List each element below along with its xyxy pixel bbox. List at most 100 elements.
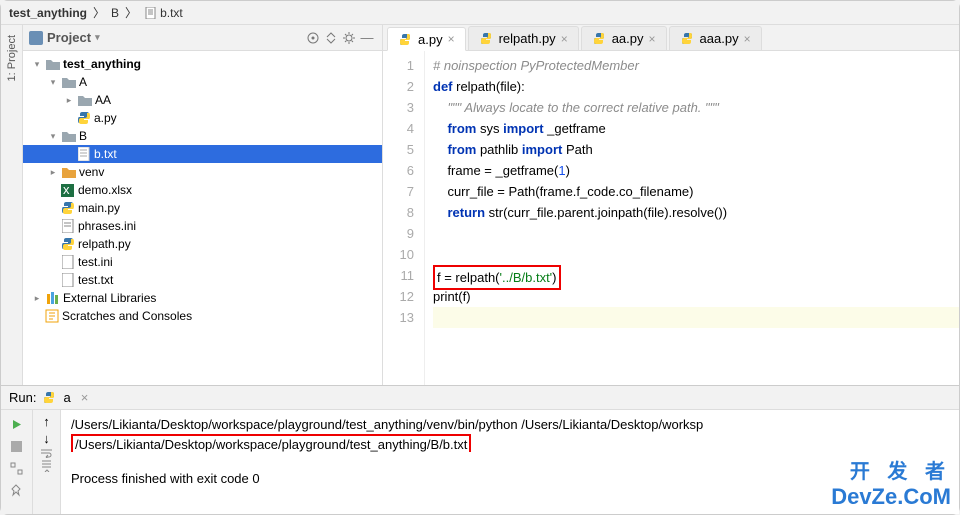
run-header: Run: a ×: [1, 386, 959, 410]
ini-file-icon: [60, 255, 75, 270]
chevron-right-icon: 〉: [93, 4, 105, 21]
tab-apy[interactable]: a.py×: [387, 27, 466, 51]
console-line: /Users/Likianta/Desktop/workspace/playgr…: [71, 434, 471, 452]
tree-folder-A[interactable]: ▾A: [23, 73, 382, 91]
folder-icon: [61, 129, 76, 144]
code-editor[interactable]: 12345678910111213 # noinspection PyProte…: [383, 51, 959, 385]
breadcrumb-folder[interactable]: B: [111, 6, 119, 20]
soft-wrap-icon[interactable]: [40, 448, 53, 458]
tab-aaapy[interactable]: aaa.py×: [669, 26, 762, 50]
file-icon: [143, 5, 158, 20]
line-number: 1: [383, 55, 414, 76]
run-config-name[interactable]: a: [63, 390, 70, 405]
line-number: 2: [383, 76, 414, 97]
editor-tabs: a.py× relpath.py× aa.py× aaa.py×: [383, 25, 959, 51]
tree-root[interactable]: ▾test_anything: [23, 55, 382, 73]
folder-icon: [61, 75, 76, 90]
down-arrow-icon[interactable]: ↓: [43, 431, 50, 446]
project-tree: ▾test_anything ▾A ▸AA a.py ▾B b.txt ▸ven…: [23, 51, 382, 385]
gear-icon[interactable]: [340, 29, 358, 47]
up-arrow-icon[interactable]: ↑: [43, 414, 50, 429]
project-tool-tab[interactable]: 1: Project: [6, 31, 18, 85]
breadcrumb: test_anything 〉 B 〉 b.txt: [1, 1, 959, 25]
run-toolbar-left: [1, 410, 33, 514]
scroll-end-icon[interactable]: [40, 460, 53, 472]
project-icon: [29, 31, 43, 45]
code-content[interactable]: # noinspection PyProtectedMember def rel…: [425, 51, 959, 385]
project-panel-header: Project ▾ —: [23, 25, 382, 51]
ini-file-icon: [60, 219, 75, 234]
python-file-icon: [60, 201, 75, 216]
run-toolbar-right: ↑ ↓: [33, 410, 61, 514]
line-gutter: 12345678910111213: [383, 51, 425, 385]
panel-title[interactable]: Project ▾: [29, 30, 100, 45]
tree-file-relpath[interactable]: relpath.py: [23, 235, 382, 253]
python-file-icon: [479, 31, 494, 46]
line-number: 7: [383, 181, 414, 202]
line-number: 4: [383, 118, 414, 139]
pin-button[interactable]: [6, 480, 28, 500]
console-line: /Users/Likianta/Desktop/workspace/playgr…: [71, 416, 949, 434]
tree-file-main[interactable]: main.py: [23, 199, 382, 217]
python-file-icon: [76, 111, 91, 126]
tree-file-testtxt[interactable]: test.txt: [23, 271, 382, 289]
breadcrumb-file[interactable]: b.txt: [160, 6, 183, 20]
tab-relpath[interactable]: relpath.py×: [468, 26, 579, 50]
python-file-icon: [592, 31, 607, 46]
dropdown-icon: ▾: [95, 32, 100, 43]
rerun-button[interactable]: [6, 414, 28, 434]
breadcrumb-root[interactable]: test_anything: [9, 6, 87, 20]
chevron-right-icon: 〉: [125, 4, 137, 21]
tree-file-btxt[interactable]: b.txt: [23, 145, 382, 163]
line-number: 3: [383, 97, 414, 118]
tree-file-apy[interactable]: a.py: [23, 109, 382, 127]
console-output[interactable]: /Users/Likianta/Desktop/workspace/playgr…: [61, 410, 959, 514]
folder-icon: [61, 165, 76, 180]
excel-file-icon: x: [60, 183, 75, 198]
tree-folder-venv[interactable]: ▸venv: [23, 163, 382, 181]
line-number: 5: [383, 139, 414, 160]
tab-aapy[interactable]: aa.py×: [581, 26, 667, 50]
folder-icon: [77, 93, 92, 108]
line-number: 12: [383, 286, 414, 307]
python-file-icon: [42, 390, 57, 405]
text-file-icon: [60, 273, 75, 288]
line-number: 11: [383, 265, 414, 286]
python-file-icon: [398, 32, 413, 47]
tree-scratches[interactable]: Scratches and Consoles: [23, 307, 382, 325]
tool-window-strip: 1: Project: [1, 25, 23, 385]
tree-file-testini[interactable]: test.ini: [23, 253, 382, 271]
scratch-icon: [44, 309, 59, 324]
tree-file-phrases[interactable]: phrases.ini: [23, 217, 382, 235]
layout-button[interactable]: [6, 458, 28, 478]
console-exit-line: Process finished with exit code 0: [71, 470, 949, 488]
line-number: 13: [383, 307, 414, 328]
svg-text:x: x: [63, 184, 70, 197]
line-number: 9: [383, 223, 414, 244]
line-number: 10: [383, 244, 414, 265]
line-number: 6: [383, 160, 414, 181]
close-icon[interactable]: ×: [649, 32, 656, 46]
tree-external-libs[interactable]: ▸External Libraries: [23, 289, 382, 307]
close-icon[interactable]: ×: [744, 32, 751, 46]
python-file-icon: [60, 237, 75, 252]
tree-file-demo[interactable]: xdemo.xlsx: [23, 181, 382, 199]
close-icon[interactable]: ×: [448, 32, 455, 46]
hide-icon[interactable]: —: [358, 29, 376, 47]
project-panel: Project ▾ — ▾test_anything ▾A ▸AA a.py ▾…: [23, 25, 383, 385]
editor-area: a.py× relpath.py× aa.py× aaa.py× 1234567…: [383, 25, 959, 385]
stop-button[interactable]: [6, 436, 28, 456]
line-number: 8: [383, 202, 414, 223]
close-icon[interactable]: ×: [81, 390, 89, 405]
tree-folder-AA[interactable]: ▸AA: [23, 91, 382, 109]
run-tool-window: Run: a × ↑ ↓ /Users/Likianta/Desktop/wor…: [1, 386, 959, 514]
folder-icon: [45, 57, 60, 72]
tree-folder-B[interactable]: ▾B: [23, 127, 382, 145]
run-label: Run:: [9, 390, 36, 405]
close-icon[interactable]: ×: [561, 32, 568, 46]
locate-icon[interactable]: [304, 29, 322, 47]
text-file-icon: [76, 147, 91, 162]
library-icon: [45, 291, 60, 306]
expand-all-icon[interactable]: [322, 29, 340, 47]
python-file-icon: [680, 31, 695, 46]
